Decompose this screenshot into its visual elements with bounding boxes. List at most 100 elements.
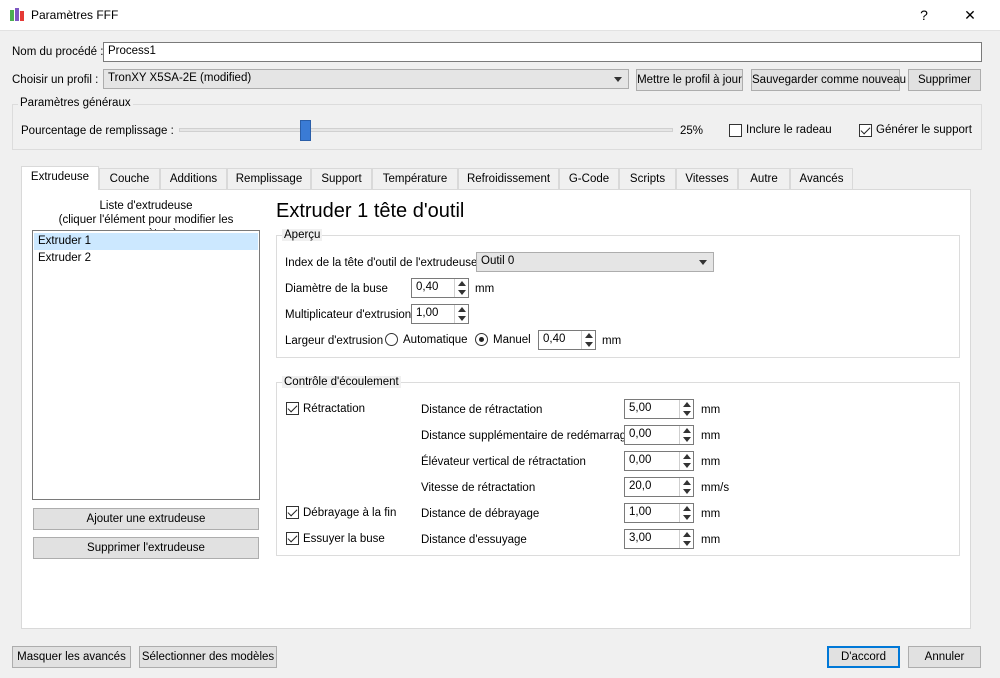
- close-button[interactable]: ✕: [947, 0, 993, 31]
- spin-up-icon[interactable]: [458, 307, 466, 312]
- auto-radio-label: Automatique: [403, 334, 468, 346]
- update-profile-button[interactable]: Mettre le profil à jour: [636, 69, 743, 91]
- spin-up-icon[interactable]: [683, 402, 691, 407]
- vertical-lift-spinbox[interactable]: 0,00: [624, 451, 694, 471]
- spin-buttons[interactable]: [679, 478, 693, 496]
- coast-checkbox[interactable]: [286, 506, 299, 519]
- add-extruder-button[interactable]: Ajouter une extrudeuse: [33, 508, 259, 530]
- nozzle-diameter-label: Diamètre de la buse: [285, 283, 388, 295]
- spin-down-icon[interactable]: [683, 437, 691, 442]
- extrusion-multiplier-label: Multiplicateur d'extrusion: [285, 309, 412, 321]
- tool-index-label: Index de la tête d'outil de l'extrudeuse: [285, 257, 478, 269]
- ok-button[interactable]: D'accord: [827, 646, 900, 668]
- tab-avances[interactable]: Avancés: [790, 168, 853, 189]
- vertical-lift-unit: mm: [701, 456, 721, 468]
- extra-restart-distance-spinbox[interactable]: 0,00: [624, 425, 694, 445]
- extrusion-width-label: Largeur d'extrusion: [285, 335, 384, 347]
- spin-buttons[interactable]: [679, 426, 693, 444]
- infill-label: Pourcentage de remplissage :: [21, 125, 174, 137]
- spin-buttons[interactable]: [679, 400, 693, 418]
- spin-down-icon[interactable]: [683, 411, 691, 416]
- spin-buttons[interactable]: [454, 305, 468, 323]
- tab-scripts[interactable]: Scripts: [619, 168, 676, 189]
- spin-down-icon[interactable]: [458, 316, 466, 321]
- spin-up-icon[interactable]: [458, 281, 466, 286]
- tab-vitesses[interactable]: Vitesses: [676, 168, 738, 189]
- tab-autre[interactable]: Autre: [738, 168, 790, 189]
- nozzle-diameter-unit: mm: [475, 283, 495, 295]
- extrusion-multiplier-spinbox[interactable]: 1,00: [411, 304, 469, 324]
- retraction-checkbox[interactable]: [286, 402, 299, 415]
- delete-profile-button[interactable]: Supprimer: [908, 69, 981, 91]
- tab-extrudeuse[interactable]: Extrudeuse: [21, 166, 99, 190]
- tab-additions[interactable]: Additions: [160, 168, 227, 189]
- spin-buttons[interactable]: [581, 331, 595, 349]
- extra-restart-distance-unit: mm: [701, 430, 721, 442]
- list-item[interactable]: Extruder 1: [34, 233, 258, 250]
- profile-label: Choisir un profil :: [12, 74, 99, 86]
- tab-refroidissement[interactable]: Refroidissement: [458, 168, 559, 189]
- auto-radio[interactable]: [385, 333, 398, 346]
- remove-extruder-button[interactable]: Supprimer l'extrudeuse: [33, 537, 259, 559]
- tab-gcode[interactable]: G-Code: [559, 168, 619, 189]
- extruder-list[interactable]: Extruder 1 Extruder 2: [32, 230, 260, 500]
- tab-couche[interactable]: Couche: [99, 168, 160, 189]
- process-name-input[interactable]: Process1: [103, 42, 982, 62]
- wipe-label: Essuyer la buse: [303, 533, 385, 545]
- retraction-label: Rétractation: [303, 403, 366, 415]
- spin-up-icon[interactable]: [683, 506, 691, 511]
- cancel-button[interactable]: Annuler: [908, 646, 981, 668]
- spin-up-icon[interactable]: [683, 454, 691, 459]
- retraction-speed-value: 20,0: [629, 480, 652, 492]
- coast-distance-spinbox[interactable]: 1,00: [624, 503, 694, 523]
- spin-down-icon[interactable]: [683, 463, 691, 468]
- retraction-speed-spinbox[interactable]: 20,0: [624, 477, 694, 497]
- select-models-button[interactable]: Sélectionner des modèles: [139, 646, 277, 668]
- overview-title: Aperçu: [282, 229, 323, 241]
- nozzle-diameter-spinbox[interactable]: 0,40: [411, 278, 469, 298]
- retraction-distance-spinbox[interactable]: 5,00: [624, 399, 694, 419]
- spin-buttons[interactable]: [679, 504, 693, 522]
- extruder-list-title: Liste d'extrudeuse: [99, 200, 193, 212]
- infill-slider[interactable]: [179, 128, 673, 132]
- tab-temperature[interactable]: Température: [372, 168, 458, 189]
- spin-down-icon[interactable]: [683, 489, 691, 494]
- spin-up-icon[interactable]: [683, 480, 691, 485]
- extrusion-width-spinbox[interactable]: 0,40: [538, 330, 596, 350]
- wipe-distance-spinbox[interactable]: 3,00: [624, 529, 694, 549]
- manual-radio[interactable]: [475, 333, 488, 346]
- save-as-new-button[interactable]: Sauvegarder comme nouveau: [751, 69, 906, 91]
- spin-down-icon[interactable]: [683, 541, 691, 546]
- spin-down-icon[interactable]: [458, 290, 466, 295]
- vertical-lift-value: 0,00: [629, 454, 652, 466]
- flow-control-title: Contrôle d'écoulement: [282, 376, 401, 388]
- hide-advanced-button[interactable]: Masquer les avancés: [12, 646, 131, 668]
- tool-index-select[interactable]: Outil 0: [476, 252, 714, 272]
- page-title: Extruder 1 tête d'outil: [276, 200, 465, 222]
- tab-remplissage[interactable]: Remplissage: [227, 168, 311, 189]
- spin-down-icon[interactable]: [683, 515, 691, 520]
- extrusion-width-value: 0,40: [543, 333, 566, 345]
- profile-select[interactable]: TronXY X5SA-2E (modified): [103, 69, 629, 89]
- spin-buttons[interactable]: [679, 452, 693, 470]
- tool-index-value: Outil 0: [481, 255, 515, 267]
- support-checkbox[interactable]: [859, 124, 872, 137]
- spin-up-icon[interactable]: [683, 532, 691, 537]
- spin-down-icon[interactable]: [585, 342, 593, 347]
- spin-buttons[interactable]: [679, 530, 693, 548]
- retraction-speed-unit: mm/s: [701, 482, 730, 494]
- wipe-checkbox[interactable]: [286, 532, 299, 545]
- tab-support[interactable]: Support: [311, 168, 372, 189]
- coast-label: Débrayage à la fin: [303, 507, 397, 519]
- spin-up-icon[interactable]: [585, 333, 593, 338]
- spin-buttons[interactable]: [454, 279, 468, 297]
- raft-checkbox[interactable]: [729, 124, 742, 137]
- infill-slider-handle[interactable]: [299, 120, 311, 141]
- list-item[interactable]: Extruder 2: [34, 250, 258, 267]
- retraction-distance-label: Distance de rétractation: [421, 404, 543, 416]
- coast-distance-label: Distance de débrayage: [421, 508, 540, 520]
- nozzle-diameter-value: 0,40: [416, 281, 439, 293]
- extrusion-multiplier-value: 1,00: [416, 307, 439, 319]
- spin-up-icon[interactable]: [683, 428, 691, 433]
- help-button[interactable]: ?: [901, 0, 947, 31]
